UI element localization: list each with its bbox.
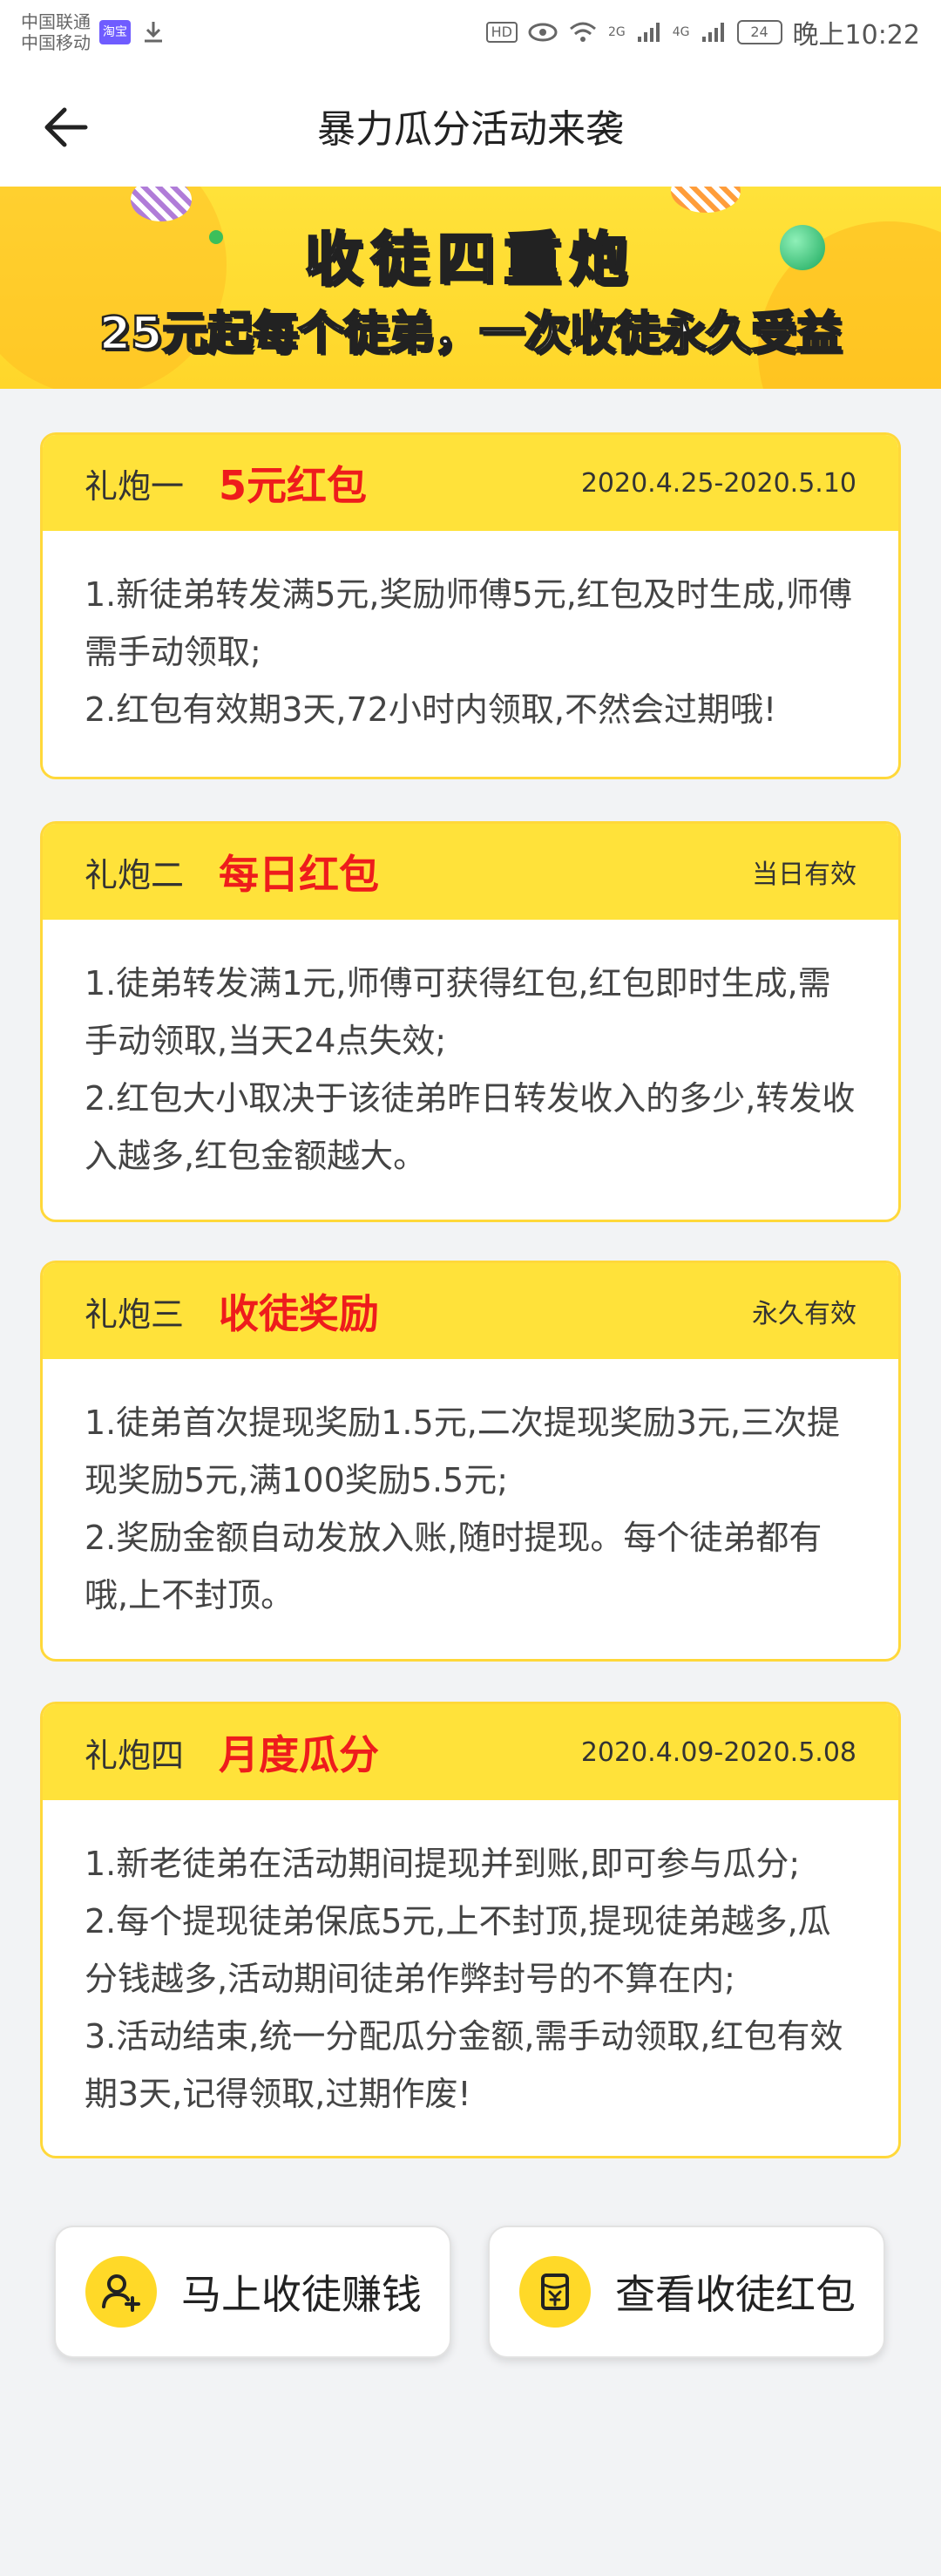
card-header: 礼炮二 每日红包 当日有效 xyxy=(43,824,898,920)
recruit-button[interactable]: 马上收徒赚钱 xyxy=(54,2226,451,2358)
card-header: 礼炮三 收徒奖励 永久有效 xyxy=(43,1263,898,1359)
card-body: 1.新老徒弟在活动期间提现并到账,即可参与瓜分; 2.每个提现徒弟保底5元,上不… xyxy=(43,1800,898,2156)
arrow-left-icon xyxy=(44,107,88,147)
view-red-packets-button[interactable]: 查看收徒红包 xyxy=(488,2226,885,2358)
eye-icon xyxy=(528,23,558,42)
signal-icon xyxy=(637,23,660,42)
status-icons: HD 2G 4G 24 晚上10:22 xyxy=(485,13,920,51)
card-rule: 2.每个提现徒弟保底5元,上不封顶,提现徒弟越多,瓜分钱越多,活动期间徒弟作弊封… xyxy=(85,1902,831,1998)
card-date: 当日有效 xyxy=(752,860,856,890)
reward-card-4: 礼炮四 月度瓜分 2020.4.09-2020.5.08 1.新老徒弟在活动期间… xyxy=(40,1702,901,2158)
card-label: 礼炮三 xyxy=(85,1295,185,1334)
banner-subtitle: 25元起每个徒弟，一次收徒永久受益 xyxy=(98,307,843,362)
network-2g-label: 2G xyxy=(608,25,626,39)
view-red-packets-label: 查看收徒红包 xyxy=(615,2271,856,2318)
card-body: 1.徒弟首次提现奖励1.5元,二次提现奖励3元,三次提现奖励5元,满100奖励5… xyxy=(43,1359,898,1659)
card-rule: 1.徒弟转发满1元,师傅可获得红包,红包即时生成,需手动领取,当天24点失效; xyxy=(85,964,831,1060)
carrier-group: 中国联通 中国移动 淘宝 xyxy=(21,11,167,53)
card-rule: 2.红包大小取决于该徒弟昨日转发收入的多少,转发收入越多,红包金额越大。 xyxy=(85,1079,856,1175)
add-user-icon xyxy=(85,2256,157,2328)
card-date: 2020.4.09-2020.5.08 xyxy=(580,1737,856,1768)
card-title: 收徒奖励 xyxy=(219,1290,380,1337)
signal-icon-2 xyxy=(701,23,724,42)
card-rule: 1.新徒弟转发满5元,奖励师傅5元,红包及时生成,师傅需手动领取; xyxy=(85,575,852,671)
clock: 晚上10:22 xyxy=(792,20,920,51)
promo-banner: 收徒四重炮 25元起每个徒弟，一次收徒永久受益 xyxy=(0,187,941,389)
red-packet-icon xyxy=(519,2256,591,2328)
wifi-icon xyxy=(570,22,596,42)
card-date: 永久有效 xyxy=(752,1299,856,1329)
carrier-1: 中国联通 xyxy=(21,11,91,32)
card-label: 礼炮四 xyxy=(85,1736,185,1775)
card-header: 礼炮一 5元红包 2020.4.25-2020.5.10 xyxy=(43,435,898,531)
app-badge-icon: 淘宝 xyxy=(99,20,131,44)
battery-icon: 24 xyxy=(736,20,782,44)
carrier-2: 中国移动 xyxy=(21,32,91,53)
carrier-names: 中国联通 中国移动 xyxy=(21,11,91,53)
reward-card-3: 礼炮三 收徒奖励 永久有效 1.徒弟首次提现奖励1.5元,二次提现奖励3元,三次… xyxy=(40,1261,901,1662)
hd-icon: HD xyxy=(485,22,518,43)
card-rule: 3.活动结束,统一分配瓜分金额,需手动领取,红包有效期3天,记得领取,过期作废! xyxy=(85,2017,843,2113)
card-rule: 2.奖励金额自动发放入账,随时提现。每个徒弟都有哦,上不封顶。 xyxy=(85,1519,823,1614)
card-label: 礼炮二 xyxy=(85,855,185,894)
card-rule: 1.徒弟首次提现奖励1.5元,二次提现奖励3元,三次提现奖励5元,满100奖励5… xyxy=(85,1404,841,1499)
card-title: 5元红包 xyxy=(219,462,368,509)
download-icon xyxy=(145,22,162,43)
card-body: 1.新徒弟转发满5元,奖励师傅5元,红包及时生成,师傅需手动领取; 2.红包有效… xyxy=(43,531,898,773)
card-header: 礼炮四 月度瓜分 2020.4.09-2020.5.08 xyxy=(43,1704,898,1800)
card-label: 礼炮一 xyxy=(85,466,185,506)
card-date: 2020.4.25-2020.5.10 xyxy=(580,467,856,499)
recruit-button-label: 马上收徒赚钱 xyxy=(181,2271,422,2318)
reward-card-2: 礼炮二 每日红包 当日有效 1.徒弟转发满1元,师傅可获得红包,红包即时生成,需… xyxy=(40,821,901,1222)
back-button[interactable] xyxy=(38,99,94,155)
card-rule: 1.新老徒弟在活动期间提现并到账,即可参与瓜分; xyxy=(85,1845,801,1883)
banner-decoration xyxy=(671,187,741,213)
banner-title: 收徒四重炮 xyxy=(304,225,636,295)
card-rule: 2.红包有效期3天,72小时内领取,不然会过期哦! xyxy=(85,690,777,729)
page-title: 暴力瓜分活动来袭 xyxy=(317,107,624,152)
network-4g-label: 4G xyxy=(672,25,690,39)
card-title: 每日红包 xyxy=(219,851,380,898)
card-body: 1.徒弟转发满1元,师傅可获得红包,红包即时生成,需手动领取,当天24点失效; … xyxy=(43,920,898,1220)
reward-card-1: 礼炮一 5元红包 2020.4.25-2020.5.10 1.新徒弟转发满5元,… xyxy=(40,432,901,779)
page-header: 暴力瓜分活动来袭 xyxy=(0,65,941,187)
status-bar: 中国联通 中国移动 淘宝 HD 2G 4G 24 晚上10:22 xyxy=(0,0,941,65)
card-title: 月度瓜分 xyxy=(219,1731,380,1778)
